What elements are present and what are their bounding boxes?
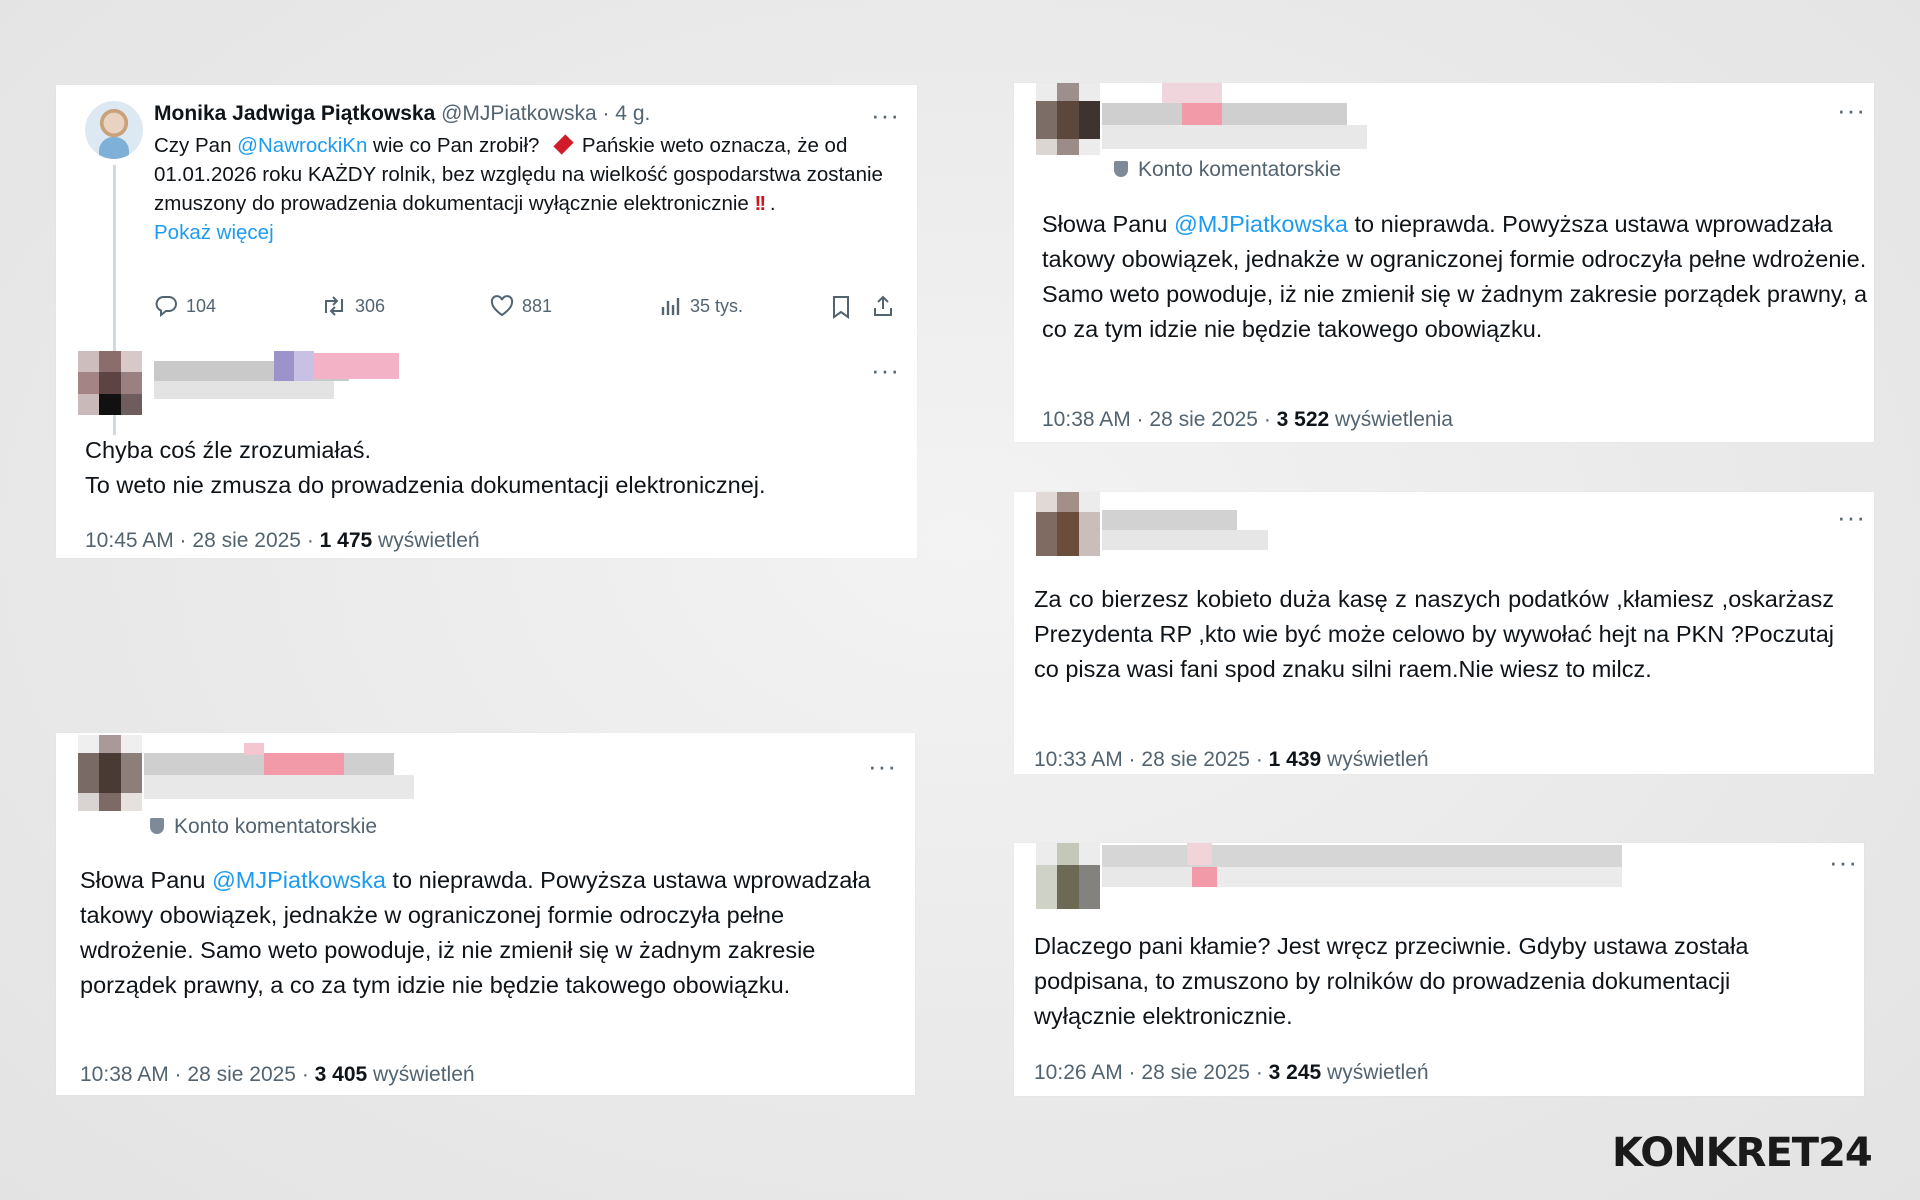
pixelated-avatar[interactable]: [1036, 83, 1100, 155]
more-options-button[interactable]: ···: [868, 753, 897, 779]
mention-link[interactable]: @MJPiatkowska: [1174, 211, 1348, 237]
reply-text: Słowa Panu @MJPiatkowska to nieprawda. P…: [80, 867, 871, 998]
timestamp[interactable]: 10:45 AM · 28 sie 2025 ·: [85, 529, 320, 552]
timestamp[interactable]: 10:38 AM · 28 sie 2025 ·: [80, 1063, 315, 1086]
pixelated-avatar[interactable]: [1036, 492, 1100, 556]
more-options-button[interactable]: ···: [1837, 97, 1866, 123]
pixelated-user-name[interactable]: [144, 743, 420, 805]
shield-icon: [150, 818, 164, 834]
timestamp[interactable]: 10:38 AM · 28 sie 2025 ·: [1042, 408, 1277, 431]
konkret24-logo: KONKRET24: [1612, 1130, 1873, 1176]
repost-count: 306: [355, 295, 386, 316]
author-handle[interactable]: @MJPiatkowska: [441, 102, 597, 125]
reply-count: 104: [186, 295, 217, 316]
reply-meta: 10:33 AM · 28 sie 2025 · 1 439 wyświetle…: [1034, 748, 1429, 771]
views-action[interactable]: 35 tys.: [660, 295, 743, 317]
tweet-card-reply-top-right: ··· Konto komentatorskie Słowa Panu @MJP…: [1014, 83, 1874, 442]
show-more-link[interactable]: Pokaż więcej: [154, 218, 890, 247]
reply-text: Dlaczego pani kłamie? Jest wręcz przeciw…: [1034, 933, 1749, 1029]
share-icon[interactable]: [871, 294, 895, 318]
view-count: 1 439: [1268, 748, 1322, 771]
author-name[interactable]: Monika Jadwiga Piątkowska: [154, 102, 435, 125]
analytics-icon: [661, 298, 680, 315]
pixelated-user-name[interactable]: [1102, 843, 1622, 889]
reply-icon: [155, 296, 177, 317]
reply-text: Słowa Panu @MJPiatkowska to nieprawda. P…: [1042, 211, 1868, 342]
pixelated-user-name[interactable]: [1102, 83, 1370, 149]
more-options-button[interactable]: ···: [871, 357, 900, 383]
reply-text: Za co bierzesz kobieto duża kasę z naszy…: [1034, 586, 1834, 682]
post-age[interactable]: · 4 g.: [602, 102, 650, 125]
reply-meta: 10:38 AM · 28 sie 2025 · 3 405 wyświetle…: [80, 1063, 475, 1086]
tweet-card-reply-bottom-right: ··· Dlaczego pani kłamie? Jest wręcz prz…: [1014, 843, 1864, 1096]
repost-icon: [325, 296, 343, 316]
reply-meta: 10:26 AM · 28 sie 2025 · 3 245 wyświetle…: [1034, 1061, 1429, 1084]
view-count: 3 405: [314, 1063, 368, 1086]
tweet-card-reply-mid-right: ··· Za co bierzesz kobieto duża kasę z n…: [1014, 492, 1874, 774]
tweet-card-original: Monika Jadwiga Piątkowska @MJPiatkowska …: [56, 85, 917, 558]
reply-text: Chyba coś źle zrozumiałaś. To weto nie z…: [85, 437, 766, 498]
pixelated-user-name[interactable]: [1102, 502, 1272, 552]
views-count: 35 tys.: [690, 295, 744, 316]
more-options-button[interactable]: ···: [1829, 849, 1858, 875]
more-options-button[interactable]: ···: [1837, 504, 1866, 530]
bookmark-icon[interactable]: [830, 295, 852, 319]
commentator-badge[interactable]: Konto komentatorskie: [150, 815, 377, 839]
reply-action[interactable]: 104: [154, 295, 216, 317]
mention-link[interactable]: @MJPiatkowska: [212, 867, 386, 893]
heart-icon: [490, 295, 514, 317]
like-action[interactable]: 881: [490, 295, 552, 317]
like-count: 881: [522, 295, 553, 316]
timestamp[interactable]: 10:33 AM · 28 sie 2025 ·: [1034, 748, 1269, 771]
pixelated-avatar[interactable]: [78, 735, 142, 811]
view-count: 3 522: [1276, 408, 1330, 431]
view-count: 1 475: [319, 529, 373, 552]
shield-icon: [1114, 161, 1128, 177]
post-text: Czy Pan @NawrockiKn wie co Pan zrobił? P…: [154, 131, 890, 247]
reply-meta: 10:45 AM · 28 sie 2025 · 1 475 wyświetle…: [85, 529, 480, 552]
timestamp[interactable]: 10:26 AM · 28 sie 2025 ·: [1034, 1061, 1269, 1084]
reply-meta: 10:38 AM · 28 sie 2025 · 3 522 wyświetle…: [1042, 408, 1453, 431]
mention-link[interactable]: @NawrockiKn: [237, 134, 367, 157]
tweet-card-reply-bottom-left: ··· Konto komentatorskie Słowa Panu @MJP…: [56, 733, 915, 1095]
view-count: 3 245: [1268, 1061, 1322, 1084]
more-options-button[interactable]: ···: [871, 102, 900, 128]
commentator-badge[interactable]: Konto komentatorskie: [1114, 158, 1341, 182]
repost-action[interactable]: 306: [321, 295, 385, 317]
pixelated-avatar[interactable]: [78, 351, 142, 415]
post-header: Monika Jadwiga Piątkowska @MJPiatkowska …: [154, 102, 650, 126]
red-diamond-icon: [553, 134, 574, 155]
pixelated-user-name[interactable]: [154, 351, 399, 401]
pixelated-avatar[interactable]: [1036, 843, 1100, 909]
avatar[interactable]: [85, 101, 143, 159]
double-exclamation-icon: !!: [754, 192, 767, 215]
